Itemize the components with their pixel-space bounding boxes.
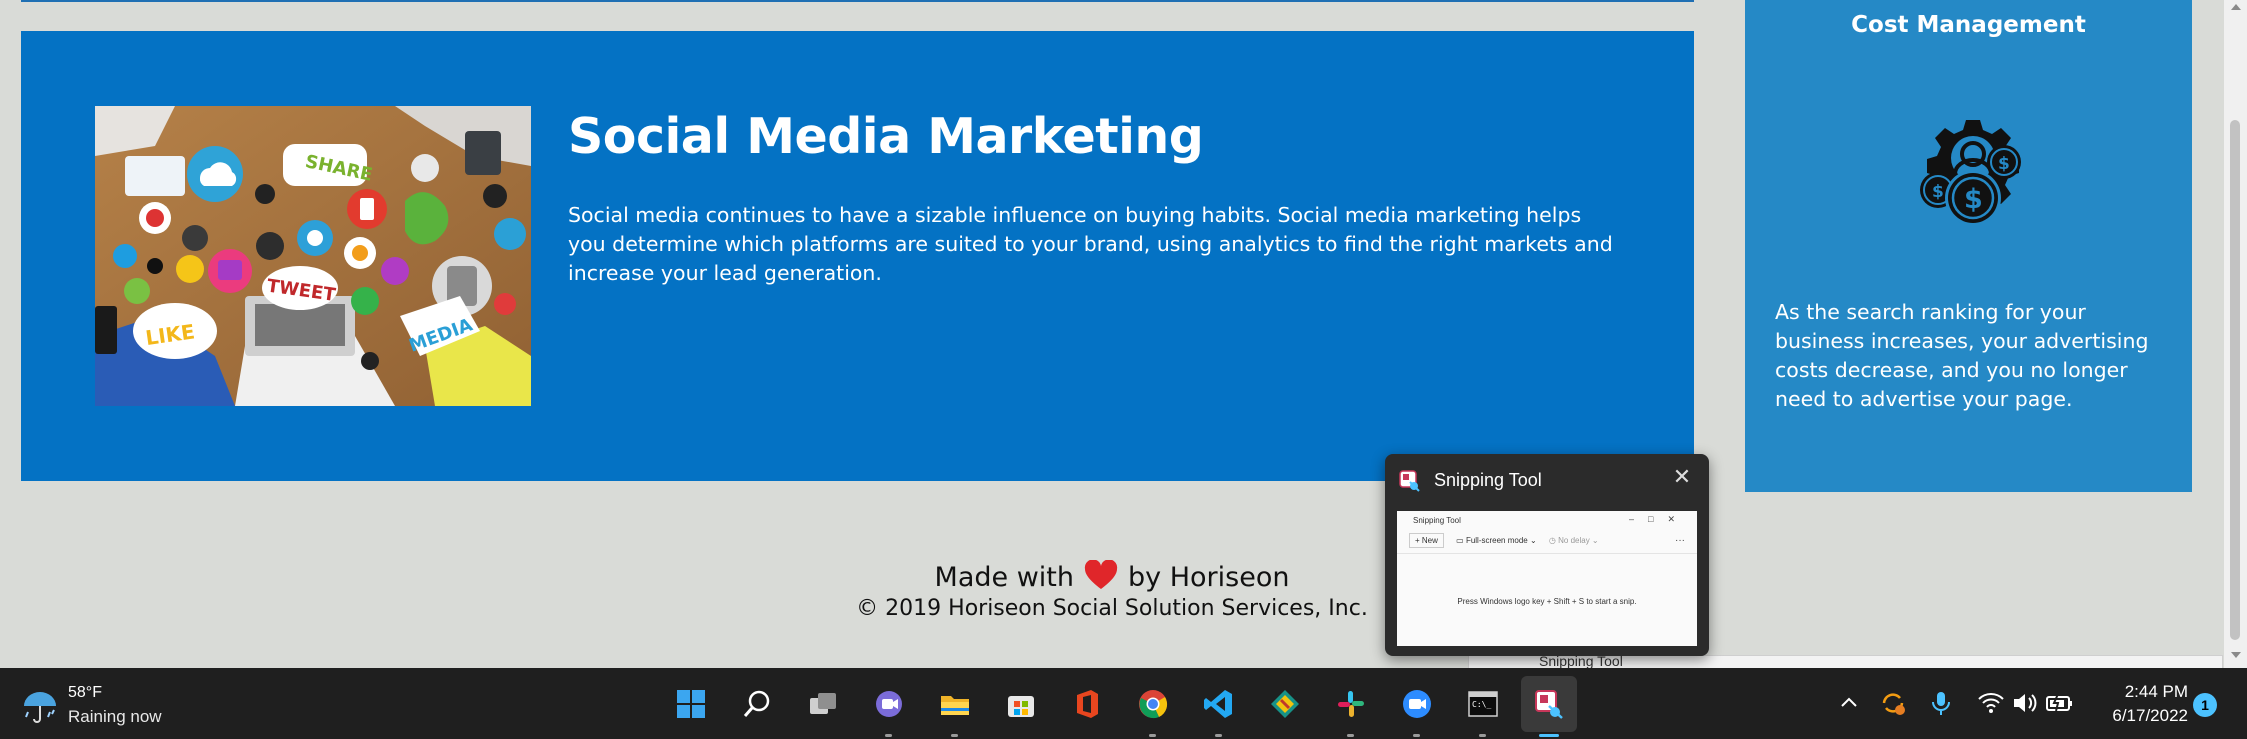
chevron-up-icon[interactable] bbox=[1832, 686, 1866, 720]
scroll-down-arrow-icon[interactable] bbox=[2231, 652, 2241, 658]
taskbar-preview-popup[interactable]: Snipping Tool ✕ Snipping Tool –□✕ + New … bbox=[1385, 454, 1709, 656]
weather-description: Raining now bbox=[68, 707, 162, 726]
footer-copyright: © 2019 Horiseon Social Solution Services… bbox=[856, 596, 1368, 621]
svg-text:$: $ bbox=[1964, 184, 1983, 215]
thumbnail-hint: Press Windows logo key + Shift + S to st… bbox=[1457, 597, 1637, 606]
snipping-tool-taskbar-icon[interactable] bbox=[1521, 676, 1577, 737]
weather-widget[interactable]: 58°F Raining now bbox=[20, 684, 220, 728]
rain-umbrella-icon bbox=[20, 686, 60, 726]
running-indicator bbox=[1413, 734, 1420, 737]
svg-text:$: $ bbox=[1932, 182, 1944, 202]
weather-temperature: 58°F bbox=[68, 684, 102, 701]
running-indicator bbox=[1215, 734, 1222, 737]
microphone-icon[interactable] bbox=[1924, 686, 1958, 720]
thumbnail-delay: ◷ No delay ⌄ bbox=[1548, 536, 1599, 545]
thumbnail-new-button: + New bbox=[1409, 533, 1444, 548]
heart-icon bbox=[1084, 559, 1118, 590]
thumbnail-more-icon: ··· bbox=[1675, 535, 1685, 546]
battery-icon[interactable] bbox=[2042, 686, 2076, 720]
snipping-tool-window-behind[interactable]: Snipping Tool bbox=[1468, 653, 2223, 669]
running-indicator bbox=[885, 734, 892, 737]
slack-icon[interactable] bbox=[1323, 676, 1379, 737]
gitkraken-icon[interactable] bbox=[1257, 676, 1313, 732]
svg-text:$: $ bbox=[1998, 154, 2010, 174]
scroll-thumb[interactable] bbox=[2230, 120, 2240, 640]
smm-title: Social Media Marketing bbox=[568, 108, 1204, 165]
footer-credit: Made with by Horiseon bbox=[0, 559, 2224, 593]
page-scrollbar[interactable] bbox=[2224, 0, 2247, 668]
social-media-marketing-card: SHARE TWEET LIKE MEDIA Social Media Mark… bbox=[21, 31, 1694, 481]
terminal-icon[interactable]: C:\_ bbox=[1455, 676, 1511, 737]
web-page: SHARE TWEET LIKE MEDIA Social Media Mark… bbox=[0, 0, 2224, 668]
volume-icon[interactable] bbox=[2008, 686, 2042, 720]
popup-title: Snipping Tool bbox=[1434, 470, 1542, 490]
taskbar: 58°F Raining now C:\_ 2:44 PM 6/17/2022 … bbox=[0, 668, 2247, 739]
thumbnail-title: Snipping Tool bbox=[1413, 516, 1461, 525]
file-explorer-icon[interactable] bbox=[927, 676, 983, 737]
svg-text:C:\_: C:\_ bbox=[1472, 700, 1491, 709]
thumbnail-divider bbox=[1397, 553, 1697, 554]
wifi-icon[interactable] bbox=[1974, 686, 2008, 720]
cost-management-card: Cost Management $ $ $ As the search rank… bbox=[1745, 0, 2192, 492]
vscode-icon[interactable] bbox=[1191, 676, 1247, 737]
clock-time: 2:44 PM bbox=[2124, 682, 2188, 701]
cost-title: Cost Management bbox=[1851, 12, 2086, 38]
scroll-up-arrow-icon[interactable] bbox=[2231, 4, 2241, 10]
task-view-icon[interactable] bbox=[795, 676, 851, 732]
window-thumbnail[interactable]: Snipping Tool –□✕ + New ▭ Full-screen mo… bbox=[1397, 511, 1697, 646]
smm-description: Social media continues to have a sizable… bbox=[568, 203, 1613, 285]
teams-chat-icon[interactable] bbox=[861, 676, 917, 737]
start-icon[interactable] bbox=[663, 676, 719, 732]
notification-badge[interactable]: 1 bbox=[2193, 693, 2217, 717]
office-icon[interactable] bbox=[1059, 676, 1115, 732]
running-indicator bbox=[951, 734, 958, 737]
previous-card-border bbox=[21, 0, 1694, 2]
chrome-icon[interactable] bbox=[1125, 676, 1181, 737]
microsoft-store-icon[interactable] bbox=[993, 676, 1049, 732]
social-media-image: SHARE TWEET LIKE MEDIA bbox=[95, 106, 531, 406]
active-indicator bbox=[1539, 734, 1559, 737]
thumbnail-window-controls: –□✕ bbox=[1629, 514, 1689, 524]
search-icon[interactable] bbox=[729, 676, 785, 732]
footer-by: by Horiseon bbox=[1128, 562, 1290, 593]
clock[interactable]: 2:44 PM 6/17/2022 bbox=[2098, 680, 2188, 728]
cost-description: As the search ranking for your business … bbox=[1775, 300, 2149, 411]
running-indicator bbox=[1479, 734, 1486, 737]
zoom-icon[interactable] bbox=[1389, 676, 1445, 737]
footer-made-with: Made with bbox=[934, 562, 1075, 593]
running-indicator bbox=[1347, 734, 1354, 737]
sync-icon[interactable] bbox=[1876, 686, 1910, 720]
snipping-tool-icon bbox=[1399, 470, 1421, 492]
close-icon[interactable]: ✕ bbox=[1669, 464, 1695, 490]
running-indicator bbox=[1149, 734, 1156, 737]
clock-date: 6/17/2022 bbox=[2112, 706, 2188, 725]
thumbnail-mode: ▭ Full-screen mode ⌄ bbox=[1456, 536, 1537, 545]
gear-dollar-icon: $ $ $ bbox=[1908, 110, 2038, 230]
thumbnail-toolbar: + New ▭ Full-screen mode ⌄ ◷ No delay ⌄ bbox=[1409, 533, 1599, 548]
